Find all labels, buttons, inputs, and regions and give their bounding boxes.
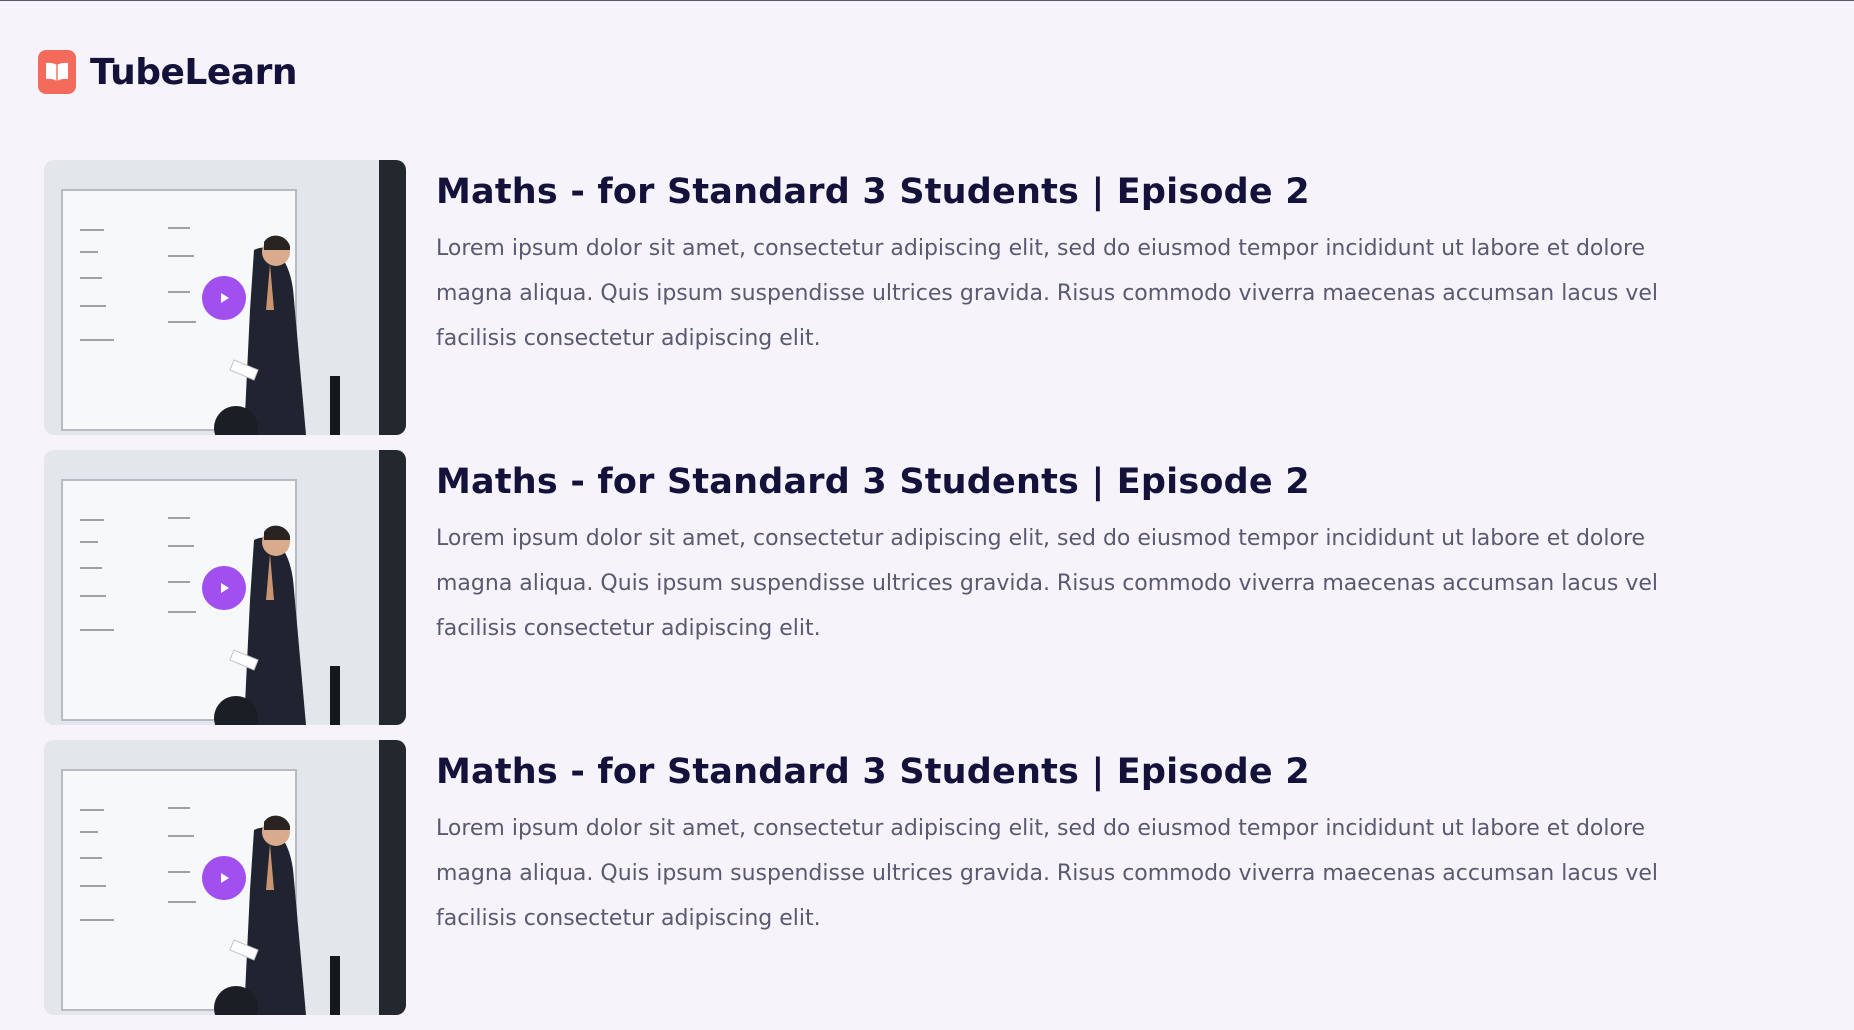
play-button[interactable] [202, 276, 246, 320]
video-description: Lorem ipsum dolor sit amet, consectetur … [436, 816, 1658, 931]
video-info: Maths - for Standard 3 Students | Episod… [436, 740, 1686, 1015]
video-thumbnail[interactable] [44, 740, 406, 1015]
play-button[interactable] [202, 566, 246, 610]
video-title[interactable]: Maths - for Standard 3 Students | Episod… [436, 460, 1686, 504]
play-icon [221, 873, 229, 883]
video-item[interactable]: Maths - for Standard 3 Students | Episod… [44, 740, 1824, 1015]
brand-name: TubeLearn [90, 51, 297, 93]
video-list: Maths - for Standard 3 Students | Episod… [44, 160, 1824, 1030]
brand-header[interactable]: TubeLearn [38, 50, 297, 94]
play-button[interactable] [202, 856, 246, 900]
video-title[interactable]: Maths - for Standard 3 Students | Episod… [436, 750, 1686, 794]
video-info: Maths - for Standard 3 Students | Episod… [436, 160, 1686, 435]
video-info: Maths - for Standard 3 Students | Episod… [436, 450, 1686, 725]
play-icon [221, 583, 229, 593]
video-description: Lorem ipsum dolor sit amet, consectetur … [436, 526, 1658, 641]
video-item[interactable]: Maths - for Standard 3 Students | Episod… [44, 450, 1824, 725]
video-thumbnail[interactable] [44, 160, 406, 435]
play-icon [221, 293, 229, 303]
video-item[interactable]: Maths - for Standard 3 Students | Episod… [44, 160, 1824, 435]
video-description: Lorem ipsum dolor sit amet, consectetur … [436, 236, 1658, 351]
video-title[interactable]: Maths - for Standard 3 Students | Episod… [436, 170, 1686, 214]
video-thumbnail[interactable] [44, 450, 406, 725]
open-book-icon [38, 50, 76, 94]
top-divider [0, 0, 1854, 1]
